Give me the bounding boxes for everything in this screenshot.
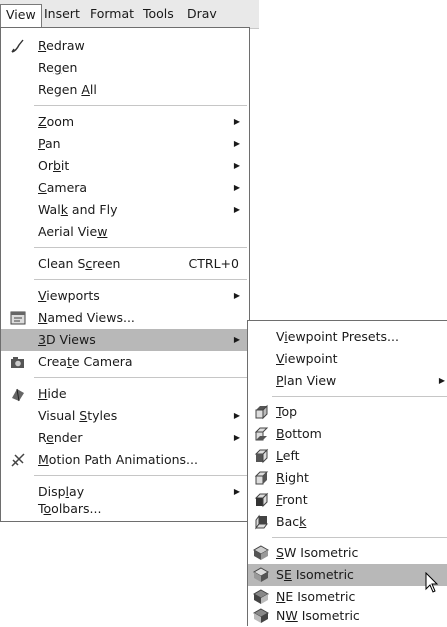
submenu-arrow-icon: ▶ <box>233 433 240 442</box>
menu-item-regen-all[interactable]: Regen All <box>1 79 249 101</box>
menu-item-viewports[interactable]: Viewports ▶ <box>1 285 249 307</box>
top-view-icon <box>255 404 268 420</box>
menu-item-toolbars[interactable]: Toolbars... <box>1 498 249 520</box>
menu-item-create-camera[interactable]: Create Camera <box>1 351 249 373</box>
3d-views-submenu: Viewpoint Presets... Viewpoint Plan View… <box>247 320 447 626</box>
menu-insert[interactable]: Insert <box>39 4 85 24</box>
menu-item-walk-and-fly[interactable]: Walk and Fly ▶ <box>1 199 249 221</box>
menu-item-aerial-view[interactable]: Aerial View <box>1 221 249 243</box>
view-menu: Redraw Regen Regen All Zoom ▶ Pan ▶ Orbi… <box>0 27 250 522</box>
menu-bar: View Insert Format Tools Drav <box>0 0 259 29</box>
menu-item-render[interactable]: Render ▶ <box>1 427 249 449</box>
menu-item-zoom[interactable]: Zoom ▶ <box>1 111 249 133</box>
separator <box>34 279 247 280</box>
separator <box>272 396 447 397</box>
submenu-item-front[interactable]: Front <box>248 489 447 511</box>
redraw-icon <box>11 39 24 53</box>
menu-view[interactable]: View <box>0 4 42 28</box>
submenu-item-nw-isometric[interactable]: NW Isometric <box>248 605 447 627</box>
menu-item-camera[interactable]: Camera ▶ <box>1 177 249 199</box>
menu-draw[interactable]: Drav <box>182 4 222 24</box>
submenu-item-viewpoint-presets[interactable]: Viewpoint Presets... <box>248 326 447 348</box>
separator <box>34 247 247 248</box>
named-views-icon <box>10 311 26 325</box>
menu-item-motion-path-animations[interactable]: Motion Path Animations... <box>1 449 249 471</box>
submenu-item-bottom[interactable]: Bottom <box>248 423 447 445</box>
submenu-arrow-icon: ▶ <box>233 161 240 170</box>
separator <box>272 537 447 538</box>
se-isometric-icon <box>253 567 269 582</box>
menu-item-pan[interactable]: Pan ▶ <box>1 133 249 155</box>
submenu-item-se-isometric[interactable]: SE Isometric <box>248 564 447 586</box>
menu-item-redraw[interactable]: Redraw <box>1 35 249 57</box>
menu-item-named-views[interactable]: Named Views... <box>1 307 249 329</box>
nw-isometric-icon <box>253 608 269 623</box>
camera-icon <box>11 357 24 368</box>
separator <box>34 475 247 476</box>
submenu-arrow-icon: ▶ <box>233 411 240 420</box>
separator <box>34 105 247 106</box>
shortcut-label: CTRL+0 <box>188 256 239 271</box>
submenu-arrow-icon: ▶ <box>233 117 240 126</box>
bottom-view-icon <box>254 427 269 441</box>
submenu-item-back[interactable]: Back <box>248 511 447 533</box>
submenu-item-sw-isometric[interactable]: SW Isometric <box>248 542 447 564</box>
ne-isometric-icon <box>253 589 269 604</box>
submenu-item-plan-view[interactable]: Plan View ▶ <box>248 370 447 392</box>
submenu-item-viewpoint[interactable]: Viewpoint <box>248 348 447 370</box>
submenu-arrow-icon: ▶ <box>233 335 240 344</box>
submenu-item-right[interactable]: Right <box>248 467 447 489</box>
menu-item-visual-styles[interactable]: Visual Styles ▶ <box>1 405 249 427</box>
motion-path-icon <box>11 453 25 467</box>
submenu-arrow-icon: ▶ <box>438 376 445 385</box>
hide-icon <box>12 388 24 402</box>
mouse-cursor-icon <box>425 572 439 593</box>
sw-isometric-icon <box>253 545 269 560</box>
menu-item-clean-screen[interactable]: Clean Screen CTRL+0 <box>1 253 249 275</box>
menu-item-hide[interactable]: Hide <box>1 383 249 405</box>
menu-item-orbit[interactable]: Orbit ▶ <box>1 155 249 177</box>
submenu-arrow-icon: ▶ <box>233 139 240 148</box>
submenu-item-top[interactable]: Top <box>248 401 447 423</box>
separator <box>34 377 247 378</box>
submenu-arrow-icon: ▶ <box>233 183 240 192</box>
submenu-arrow-icon: ▶ <box>233 291 240 300</box>
menu-item-3d-views[interactable]: 3D Views ▶ <box>1 329 249 351</box>
menu-tools[interactable]: Tools <box>138 4 179 24</box>
menu-item-regen[interactable]: Regen <box>1 57 249 79</box>
back-view-icon <box>255 514 268 530</box>
left-view-icon <box>254 448 269 464</box>
front-view-icon <box>254 492 269 508</box>
right-view-icon <box>254 471 269 485</box>
submenu-item-left[interactable]: Left <box>248 445 447 467</box>
menu-format[interactable]: Format <box>85 4 139 24</box>
submenu-arrow-icon: ▶ <box>233 205 240 214</box>
